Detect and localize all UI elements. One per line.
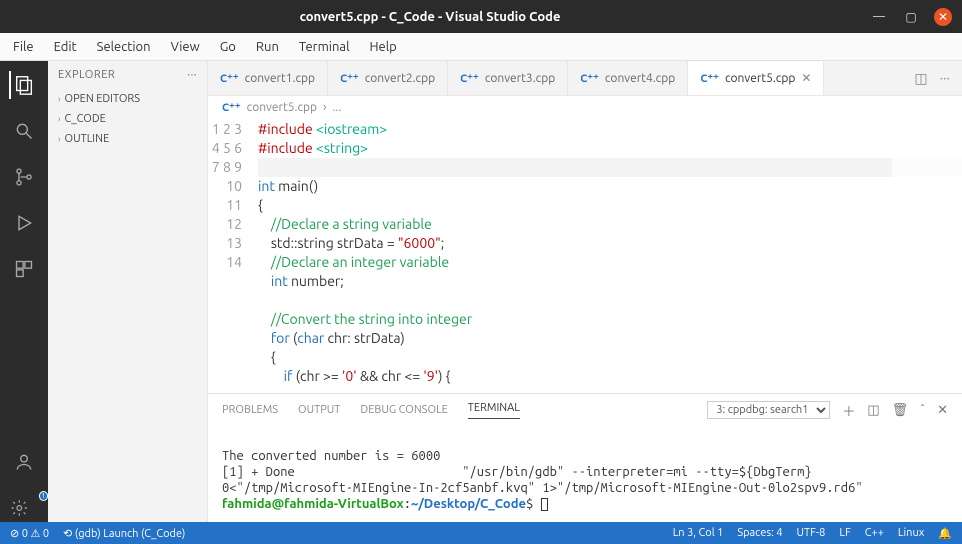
menu-selection[interactable]: Selection: [92, 38, 156, 56]
settings-gear-icon[interactable]: 1: [10, 494, 38, 522]
menu-view[interactable]: View: [166, 38, 205, 56]
maximize-panel-icon[interactable]: ˆ: [920, 403, 925, 417]
menu-terminal[interactable]: Terminal: [294, 38, 355, 56]
status-item[interactable]: ⊘ 0 ⚠ 0: [10, 527, 49, 540]
status-item[interactable]: Linux: [898, 527, 924, 540]
explorer-section[interactable]: › C_CODE: [48, 109, 207, 129]
cpp-file-icon: C⁺⁺: [220, 72, 239, 85]
panel-tab-debug-console[interactable]: DEBUG CONSOLE: [360, 404, 447, 416]
tab-label: convert1.cpp: [245, 72, 315, 85]
close-panel-icon[interactable]: ✕: [937, 403, 948, 418]
section-label: OPEN EDITORS: [65, 93, 141, 105]
code-content[interactable]: #include <iostream> #include <string> ​ …: [258, 118, 962, 393]
bottom-panel: PROBLEMS OUTPUT DEBUG CONSOLE TERMINAL 3: cp…: [208, 393, 962, 522]
window-title: convert5.cpp - C_Code - Visual Studio Co…: [0, 10, 860, 24]
chevron-right-icon: ›: [58, 114, 61, 124]
new-terminal-icon[interactable]: ＋: [842, 401, 855, 420]
account-icon[interactable]: [10, 448, 38, 476]
split-terminal-icon[interactable]: ◫: [867, 403, 879, 418]
menu-bar: File Edit Selection View Go Run Terminal Help: [0, 33, 962, 61]
status-item[interactable]: C++: [865, 527, 884, 540]
search-icon[interactable]: [10, 117, 38, 145]
section-label: OUTLINE: [65, 133, 110, 145]
status-item[interactable]: LF: [839, 527, 850, 540]
editor-tab[interactable]: C⁺⁺ convert2.cpp: [328, 61, 448, 95]
status-item[interactable]: Ln 3, Col 1: [673, 527, 724, 540]
menu-edit[interactable]: Edit: [49, 38, 82, 56]
menu-go[interactable]: Go: [215, 38, 241, 56]
terminal-selector[interactable]: 3: cppdbg: search1: [707, 401, 830, 419]
cpp-file-icon: C⁺⁺: [700, 72, 719, 85]
cpp-file-icon: C⁺⁺: [580, 72, 599, 85]
explorer-title: EXPLORER: [58, 69, 115, 81]
tab-label: convert3.cpp: [485, 72, 555, 85]
editor-tabs: C⁺⁺ convert1.cpp C⁺⁺ convert2.cpp C⁺⁺ convert…: [208, 61, 962, 96]
trash-icon[interactable]: 🗑: [892, 403, 909, 418]
editor-tab[interactable]: C⁺⁺ convert4.cpp: [568, 61, 688, 95]
chevron-right-icon: ›: [58, 134, 61, 144]
explorer-sidebar: EXPLORER ··· › OPEN EDITORS › C_CODE › OUTLINE: [48, 61, 208, 522]
editor-tab[interactable]: C⁺⁺ convert1.cpp: [208, 61, 328, 95]
explorer-icon[interactable]: [9, 71, 37, 99]
minimap[interactable]: [892, 120, 962, 220]
explorer-section[interactable]: › OPEN EDITORS: [48, 89, 207, 109]
status-item[interactable]: 🔔: [938, 527, 952, 540]
status-bar: ⊘ 0 ⚠ 0 ⟲ (gdb) Launch (C_Code) Ln 3, Col…: [0, 522, 962, 544]
editor-tab[interactable]: C⁺⁺ convert3.cpp: [448, 61, 568, 95]
chevron-right-icon: ›: [58, 94, 61, 104]
breadcrumb-sep: ›: [323, 101, 326, 114]
menu-help[interactable]: Help: [364, 38, 401, 56]
settings-badge: 1: [39, 491, 48, 501]
split-editor-icon[interactable]: ◫: [914, 70, 927, 87]
maximize-button[interactable]: ▢: [902, 8, 920, 26]
status-item[interactable]: ⟲ (gdb) Launch (C_Code): [63, 527, 185, 540]
panel-tab-terminal[interactable]: TERMINAL: [468, 402, 520, 419]
explorer-section[interactable]: › OUTLINE: [48, 129, 207, 149]
editor-tab[interactable]: C⁺⁺ convert5.cpp ✕: [688, 61, 824, 95]
panel-tabs: PROBLEMS OUTPUT DEBUG CONSOLE TERMINAL 3: cp…: [208, 394, 962, 426]
terminal[interactable]: The converted number is = 6000 [1] + Don…: [208, 426, 962, 522]
status-item[interactable]: Spaces: 4: [737, 527, 782, 540]
breadcrumb-file: convert5.cpp: [247, 101, 317, 114]
status-item[interactable]: UTF-8: [797, 527, 826, 540]
source-control-icon[interactable]: [10, 163, 38, 191]
tab-close-icon[interactable]: ✕: [801, 71, 811, 85]
breadcrumb-rest: ...: [332, 101, 341, 114]
minimize-button[interactable]: —: [870, 8, 888, 26]
panel-tab-problems[interactable]: PROBLEMS: [222, 404, 278, 416]
panel-tab-output[interactable]: OUTPUT: [298, 404, 340, 416]
cpp-file-icon: C⁺⁺: [460, 72, 479, 85]
section-label: C_CODE: [65, 113, 106, 125]
tab-label: convert4.cpp: [605, 72, 675, 85]
title-bar: convert5.cpp - C_Code - Visual Studio Co…: [0, 0, 962, 33]
line-gutter: 1 2 3 4 5 6 7 8 9 10 11 12 13 14: [208, 118, 258, 393]
editor-area: C⁺⁺ convert1.cpp C⁺⁺ convert2.cpp C⁺⁺ convert…: [208, 61, 962, 522]
tab-label: convert5.cpp: [725, 72, 795, 85]
cpp-file-icon: C⁺⁺: [340, 72, 359, 85]
more-actions-icon[interactable]: ···: [940, 70, 950, 86]
extensions-icon[interactable]: [10, 255, 38, 283]
menu-run[interactable]: Run: [251, 38, 284, 56]
cpp-file-icon: C⁺⁺: [222, 101, 241, 114]
breadcrumb[interactable]: C⁺⁺ convert5.cpp › ...: [208, 96, 962, 118]
menu-file[interactable]: File: [8, 38, 39, 56]
code-editor[interactable]: 1 2 3 4 5 6 7 8 9 10 11 12 13 14 #includ…: [208, 118, 962, 393]
close-button[interactable]: ✕: [934, 8, 952, 26]
explorer-more-icon[interactable]: ···: [187, 69, 197, 81]
activity-bar: 1: [0, 61, 48, 522]
tab-label: convert2.cpp: [365, 72, 435, 85]
run-debug-icon[interactable]: [10, 209, 38, 237]
